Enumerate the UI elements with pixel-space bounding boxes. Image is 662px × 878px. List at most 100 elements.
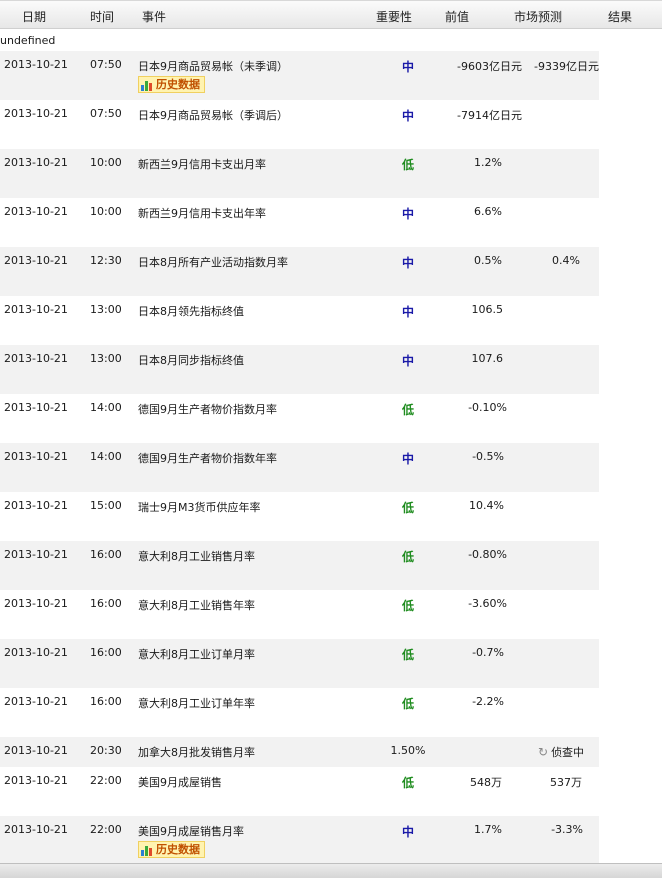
row-date: 2013-10-21 (4, 352, 68, 365)
row-importance: 1.50% (390, 744, 426, 757)
row-importance: 低 (401, 550, 414, 564)
table-row: 2013-10-21 15:00 瑞士9月M3货币供应年率 低 10.4% (0, 492, 599, 541)
header-forecast: 市场预测 (514, 10, 563, 24)
row-importance: 低 (401, 776, 414, 790)
header-previous: 前值 (445, 10, 470, 24)
row-event: 日本8月同步指标终值 (138, 354, 244, 367)
row-time: 20:30 (90, 744, 122, 757)
row-previous: -0.10% (468, 401, 507, 414)
table-row: 2013-10-21 16:00 意大利8月工业销售年率 低 -3.60% (0, 590, 599, 639)
table-row: 2013-10-21 13:00 日本8月同步指标终值 中 107.6 (0, 345, 599, 394)
row-time: 12:30 (90, 254, 122, 267)
row-time: 10:00 (90, 156, 122, 169)
table-row: 2013-10-21 22:00 美国9月成屋销售 低 548万 537万 (0, 767, 599, 816)
row-date: 2013-10-21 (4, 107, 68, 120)
row-event: 新西兰9月信用卡支出月率 (138, 158, 266, 171)
row-time: 14:00 (90, 401, 122, 414)
row-time: 13:00 (90, 352, 122, 365)
row-previous: -0.80% (468, 548, 507, 561)
row-importance: 中 (401, 256, 414, 270)
row-time: 07:50 (90, 107, 122, 120)
table-row: 2013-10-21 16:00 意大利8月工业订单年率 低 -2.2% (0, 688, 599, 737)
header-event: 事件 (142, 10, 167, 24)
row-time: 10:00 (90, 205, 122, 218)
table-row: 2013-10-21 16:00 意大利8月工业订单月率 低 -0.7% (0, 639, 599, 688)
row-time: 22:00 (90, 774, 122, 787)
row-event: 日本8月所有产业活动指数月率 (138, 256, 288, 269)
history-data-label: 历史数据 (156, 78, 200, 91)
refresh-icon: ↻ (538, 745, 549, 759)
row-event: 美国9月成屋销售月率 (138, 825, 244, 838)
row-date: 2013-10-21 (4, 401, 68, 414)
table-footer (0, 863, 662, 878)
row-importance: 中 (401, 60, 414, 74)
row-importance: 低 (401, 158, 414, 172)
table-header: 日期 时间 事件 重要性 前值 市场预测 结果 (0, 0, 662, 29)
row-importance: 中 (401, 452, 414, 466)
row-previous: 106.5 (471, 303, 504, 316)
table-row: 2013-10-21 10:00 新西兰9月信用卡支出年率 中 6.6% (0, 198, 599, 247)
table-row: 2013-10-21 22:00 美国9月成屋销售月率 中 1.7% -3.3%… (0, 816, 599, 865)
row-event: 日本9月商品贸易帐（未季调） (138, 60, 288, 73)
row-date: 2013-10-21 (4, 205, 68, 218)
header-time: 时间 (90, 10, 115, 24)
row-time: 07:50 (90, 58, 122, 71)
table-row: 2013-10-21 20:30 加拿大8月批发销售月率 1.50% ↻ 侦查中 (0, 737, 599, 767)
investigating-label: 侦查中 (551, 746, 585, 759)
row-date: 2013-10-21 (4, 254, 68, 267)
row-previous: 107.6 (471, 352, 504, 365)
table-row: 2013-10-21 10:00 新西兰9月信用卡支出月率 低 1.2% (0, 149, 599, 198)
table-row: 2013-10-21 14:00 德国9月生产者物价指数月率 低 -0.10% (0, 394, 599, 443)
investigating-status: ↻ 侦查中 (538, 744, 584, 760)
row-date: 2013-10-21 (4, 695, 68, 708)
bar-chart-icon (141, 79, 153, 91)
row-event: 德国9月生产者物价指数月率 (138, 403, 277, 416)
row-time: 16:00 (90, 695, 122, 708)
row-date: 2013-10-21 (4, 450, 68, 463)
row-event: 德国9月生产者物价指数年率 (138, 452, 277, 465)
row-forecast: 537万 (550, 776, 582, 789)
row-date: 2013-10-21 (4, 646, 68, 659)
row-date: 2013-10-21 (4, 303, 68, 316)
row-previous: 548万 (470, 776, 502, 789)
history-data-button[interactable]: 历史数据 (138, 841, 205, 858)
row-date: 2013-10-21 (4, 744, 68, 757)
bar-chart-icon (141, 844, 153, 856)
table-row: 2013-10-21 16:00 意大利8月工业销售月率 低 -0.80% (0, 541, 599, 590)
row-time: 14:00 (90, 450, 122, 463)
row-importance: 中 (401, 825, 414, 839)
row-time: 16:00 (90, 597, 122, 610)
row-forecast: 0.4% (552, 254, 580, 267)
row-importance: 中 (401, 305, 414, 319)
row-time: 16:00 (90, 548, 122, 561)
row-event: 新西兰9月信用卡支出年率 (138, 207, 266, 220)
row-date: 2013-10-21 (4, 597, 68, 610)
row-time: 22:00 (90, 823, 122, 836)
history-data-label: 历史数据 (156, 843, 200, 856)
row-event: 瑞士9月M3货币供应年率 (138, 501, 261, 514)
row-event: 意大利8月工业销售年率 (138, 599, 255, 612)
row-time: 15:00 (90, 499, 122, 512)
row-event: 意大利8月工业销售月率 (138, 550, 255, 563)
history-data-button[interactable]: 历史数据 (138, 76, 205, 93)
row-previous: -2.2% (472, 695, 504, 708)
row-forecast: -9339亿日元 (534, 60, 599, 73)
row-importance: 低 (401, 501, 414, 515)
table-row: 2013-10-21 13:00 日本8月领先指标终值 中 106.5 (0, 296, 599, 345)
row-date: 2013-10-21 (4, 499, 68, 512)
row-date: 2013-10-21 (4, 774, 68, 787)
header-importance: 重要性 (376, 10, 413, 24)
row-previous: 0.5% (474, 254, 502, 267)
row-event: 美国9月成屋销售 (138, 776, 222, 789)
row-date: 2013-10-21 (4, 156, 68, 169)
row-previous: -9603亿日元 (457, 60, 522, 73)
table-row: 2013-10-21 07:50 日本9月商品贸易帐（未季调） 中 -9603亿… (0, 51, 599, 100)
row-importance: 中 (401, 109, 414, 123)
row-event: 意大利8月工业订单年率 (138, 697, 255, 710)
row-importance: 低 (401, 403, 414, 417)
row-event: 加拿大8月批发销售月率 (138, 746, 255, 759)
header-date: 日期 (22, 10, 47, 24)
row-previous: -0.5% (472, 450, 504, 463)
row-forecast: -3.3% (551, 823, 583, 836)
row-event: 日本9月商品贸易帐（季调后） (138, 109, 288, 122)
